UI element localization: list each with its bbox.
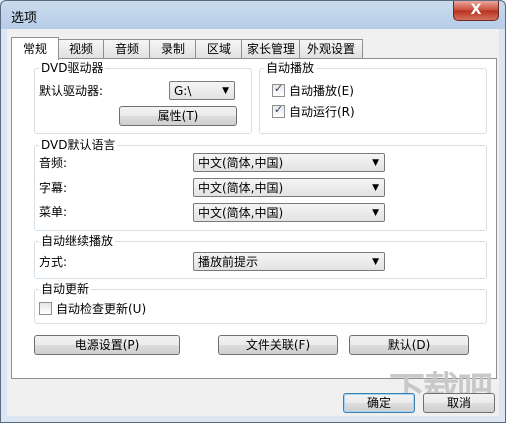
default-drive-label: 默认驱动器: — [39, 84, 104, 98]
autoplay-group: 自动播放 自动播放(E) 自动运行(R) — [259, 61, 487, 134]
file-association-button[interactable]: 文件关联(F) — [218, 335, 338, 355]
tab-general[interactable]: 常规 — [11, 37, 59, 60]
ok-button[interactable]: 确定 — [343, 393, 415, 413]
tab-video[interactable]: 视频 — [57, 39, 105, 59]
tab-audio[interactable]: 音频 — [103, 39, 151, 59]
default-button[interactable]: 默认(D) — [349, 335, 469, 355]
subtitle-language-label: 字幕: — [39, 181, 68, 195]
power-settings-button[interactable]: 电源设置(P) — [34, 335, 180, 355]
dvd-language-group: DVD默认语言 音频: 中文(简体,中国) ▼ 字幕: 中文(简体,中国) ▼ … — [34, 138, 487, 231]
chevron-down-icon: ▼ — [372, 158, 379, 168]
autorun-checkbox[interactable] — [272, 103, 285, 118]
chevron-down-icon: ▼ — [372, 257, 379, 267]
window-title: 选项 — [11, 11, 38, 26]
resume-mode-value: 播放前提示 — [198, 255, 259, 269]
tab-appearance[interactable]: 外观设置 — [299, 39, 363, 59]
options-dialog: 选项 X 常规 视频 音频 录制 区域 家长管理 外观设置 DVD驱动器 默认驱… — [0, 0, 506, 423]
tab-parental[interactable]: 家长管理 — [241, 39, 301, 59]
menu-language-value: 中文(简体,中国) — [198, 206, 284, 220]
subtitle-language-select[interactable]: 中文(简体,中国) ▼ — [193, 178, 385, 197]
autoplay-group-label: 自动播放 — [264, 61, 317, 75]
auto-update-label[interactable]: 自动检查更新(U) — [56, 302, 146, 316]
cancel-button[interactable]: 取消 — [423, 393, 495, 413]
autorun-label[interactable]: 自动运行(R) — [289, 105, 355, 119]
chevron-down-icon: ▼ — [222, 86, 229, 96]
subtitle-language-value: 中文(简体,中国) — [198, 181, 284, 195]
drive-select[interactable]: G:\ ▼ — [169, 81, 235, 100]
close-button[interactable]: X — [453, 1, 499, 21]
general-panel: DVD驱动器 默认驱动器: G:\ ▼ 属性(T) 自动播放 自动播放(E) 自… — [11, 58, 497, 379]
title-bar[interactable]: 选项 X — [1, 1, 505, 29]
resume-mode-label: 方式: — [39, 255, 68, 269]
auto-resume-group: 自动继续播放 方式: 播放前提示 ▼ — [34, 234, 487, 279]
dvd-drive-group-label: DVD驱动器 — [39, 61, 106, 75]
autoplay-checkbox[interactable] — [272, 82, 285, 97]
dvd-drive-group: DVD驱动器 默认驱动器: G:\ ▼ 属性(T) — [34, 61, 252, 134]
chevron-down-icon: ▼ — [372, 208, 379, 218]
drive-select-value: G:\ — [174, 84, 192, 98]
tab-record[interactable]: 录制 — [149, 39, 197, 59]
audio-language-label: 音频: — [39, 156, 68, 170]
autoplay-label[interactable]: 自动播放(E) — [289, 84, 354, 98]
audio-language-value: 中文(简体,中国) — [198, 156, 284, 170]
auto-update-group: 自动更新 自动检查更新(U) — [34, 282, 487, 324]
tab-region[interactable]: 区域 — [195, 39, 243, 59]
resume-mode-select[interactable]: 播放前提示 ▼ — [193, 252, 385, 271]
auto-update-checkbox[interactable] — [39, 302, 52, 315]
properties-button[interactable]: 属性(T) — [119, 106, 237, 126]
chevron-down-icon: ▼ — [372, 183, 379, 193]
audio-language-select[interactable]: 中文(简体,中国) ▼ — [193, 153, 385, 172]
dialog-client: 常规 视频 音频 录制 区域 家长管理 外观设置 DVD驱动器 默认驱动器: G… — [7, 29, 499, 416]
auto-update-group-label: 自动更新 — [39, 282, 92, 296]
auto-resume-group-label: 自动继续播放 — [39, 234, 116, 248]
menu-language-label: 菜单: — [39, 205, 68, 219]
menu-language-select[interactable]: 中文(简体,中国) ▼ — [193, 203, 385, 222]
dvd-language-group-label: DVD默认语言 — [39, 138, 118, 152]
